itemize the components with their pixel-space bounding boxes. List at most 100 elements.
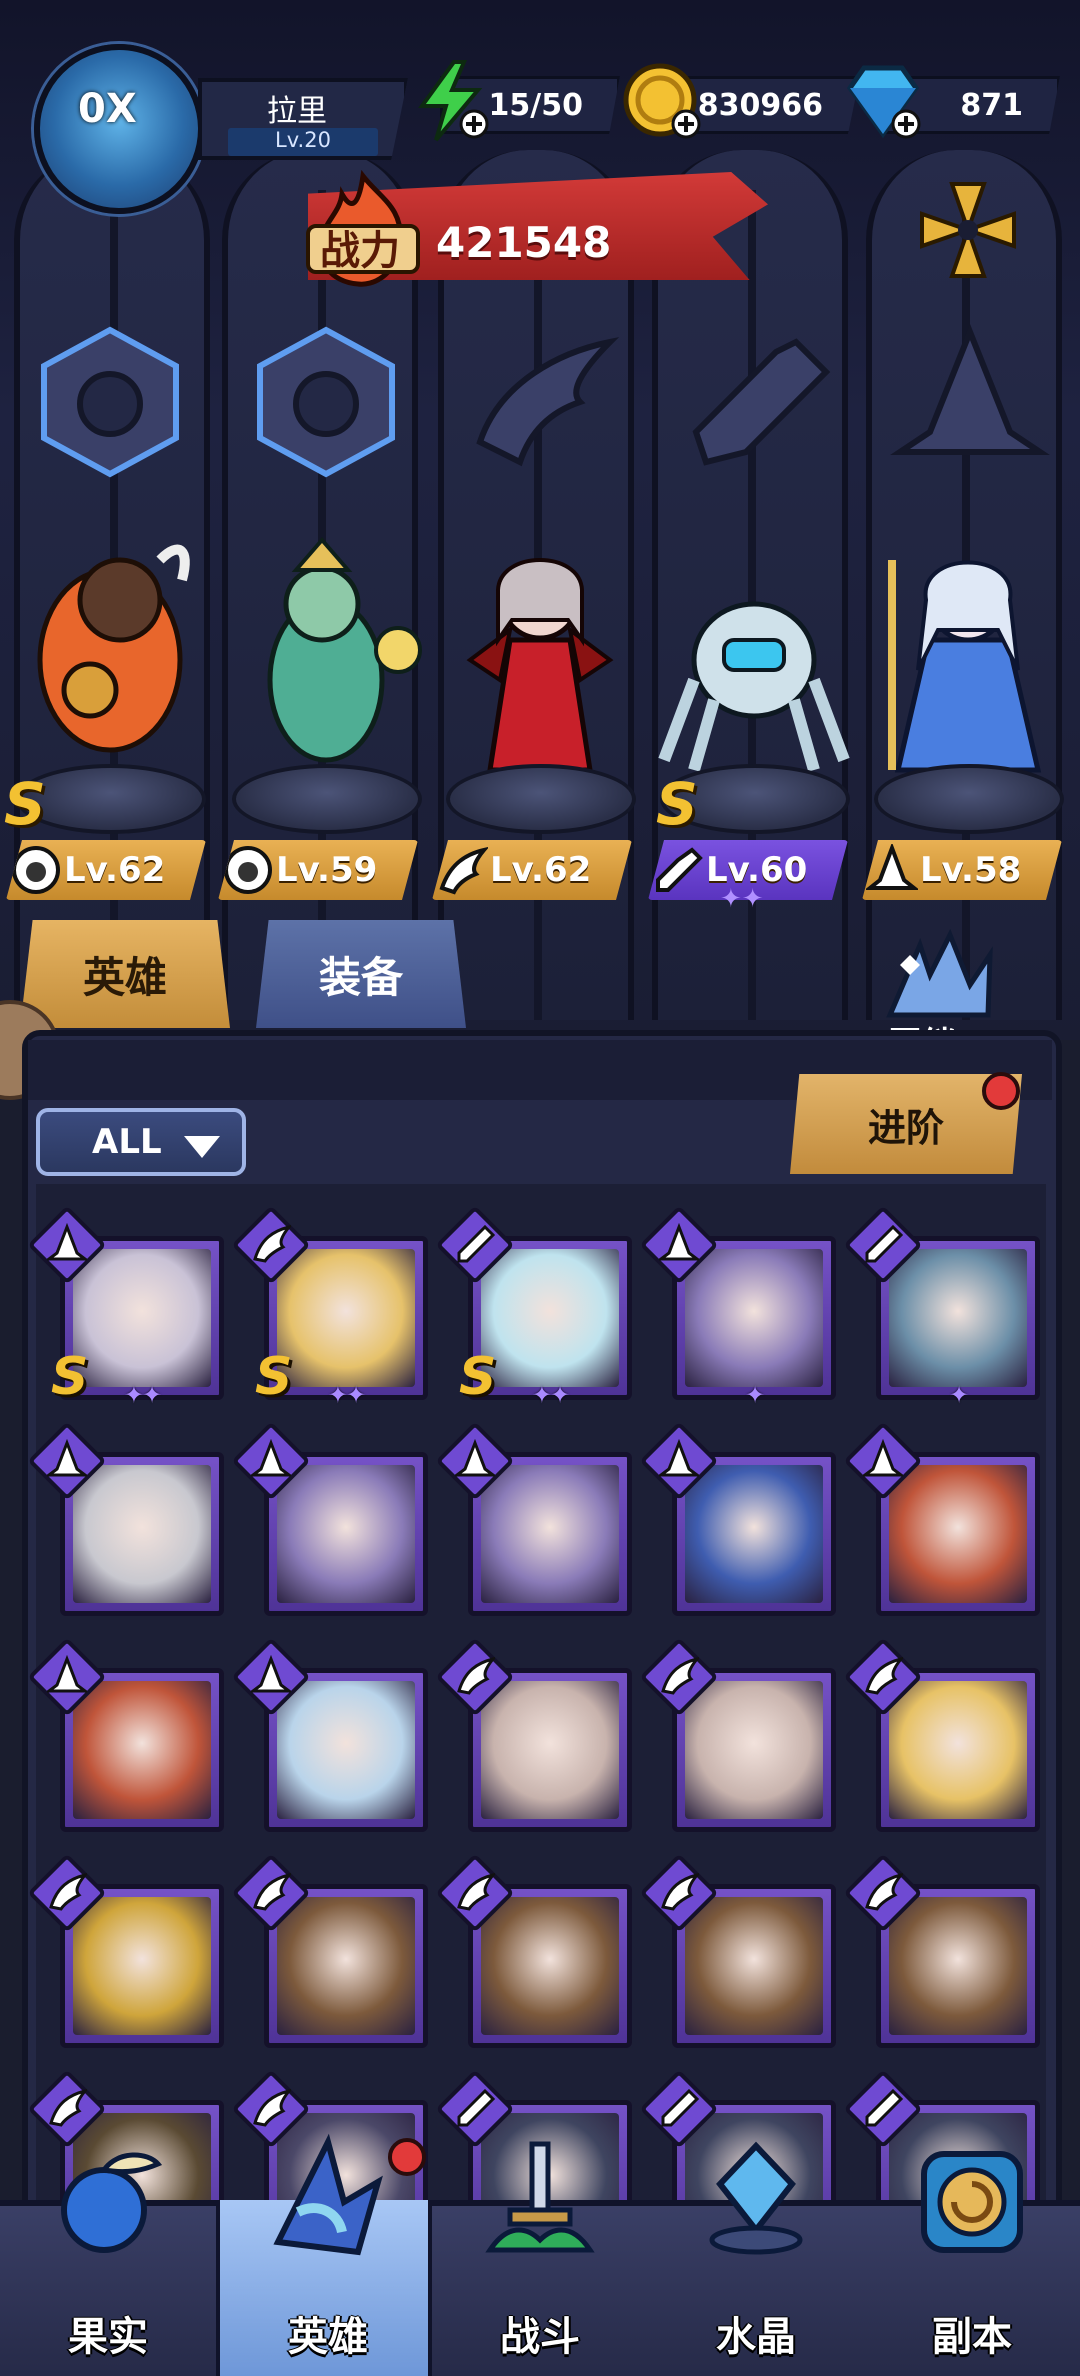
avatar-badge: 0X <box>78 86 137 132</box>
nav-label: 英雄 <box>288 2314 368 2360</box>
nav-crystal[interactable]: 水晶 <box>648 2140 864 2376</box>
team-stars: ✦✦ <box>720 884 764 914</box>
advance-label: 进阶 <box>867 1105 944 1150</box>
energy-value: 15/50 <box>488 88 583 123</box>
diamond-value: 871 <box>960 88 1023 123</box>
hero-portrait <box>277 1681 415 1819</box>
nav-dungeon[interactable]: 副本 <box>864 2140 1080 2376</box>
hero-card[interactable]: S ✦✦ <box>435 1205 632 1409</box>
hero-pedestal <box>232 764 422 834</box>
team-level-text: Lv.62 <box>490 850 592 890</box>
team-level-tag: Lv.58 <box>862 840 1062 900</box>
nav-label: 果实 <box>68 2314 148 2360</box>
hero-card[interactable] <box>435 1637 632 1832</box>
wing-class-icon <box>49 2088 87 2127</box>
hero-card[interactable] <box>27 1853 224 2048</box>
wing-class-icon <box>457 1656 495 1695</box>
hero-wizard-icon <box>273 2133 383 2256</box>
wing-class-icon <box>865 1656 903 1695</box>
team-hero-medusa[interactable] <box>226 520 426 800</box>
hero-portrait <box>481 1249 619 1387</box>
tab-heroes[interactable]: 英雄 <box>20 920 230 1028</box>
hero-card[interactable] <box>27 1421 224 1616</box>
wing-class-icon <box>865 1872 903 1911</box>
hero-card[interactable] <box>231 1421 428 1616</box>
hero-card[interactable] <box>27 1637 224 1832</box>
combat-power-label: 战力 <box>320 228 400 274</box>
team-rank-badge: S <box>656 770 698 838</box>
hero-card[interactable] <box>843 1853 1040 2048</box>
team-hero-vampire[interactable] <box>440 520 640 800</box>
team-level-tag: Lv.59 <box>218 840 418 900</box>
wing-class-icon <box>457 1872 495 1911</box>
energy-bolt-icon[interactable] <box>408 58 494 144</box>
team-level-text: Lv.59 <box>276 850 378 890</box>
hero-card[interactable] <box>639 1421 836 1616</box>
nav-label: 战斗 <box>500 2314 580 2360</box>
nav-label: 水晶 <box>716 2314 796 2360</box>
hero-portrait <box>481 1681 619 1819</box>
wrench-class-icon <box>661 2088 699 2127</box>
star-rating: ✦✦ <box>123 1381 162 1409</box>
pinwheel-menu-icon[interactable] <box>908 170 1028 290</box>
hero-portrait <box>73 1249 211 1387</box>
hero-portrait <box>685 1681 823 1819</box>
player-avatar[interactable]: 0X <box>34 44 204 214</box>
hero-card[interactable] <box>639 1853 836 2048</box>
nav-label: 副本 <box>932 2314 1012 2360</box>
mage-class-icon <box>251 1655 291 1693</box>
dungeon-portal-icon <box>921 2151 1023 2253</box>
wing-class-icon <box>661 1872 699 1911</box>
team-level-tag: Lv.62 <box>6 840 206 900</box>
nav-fruit[interactable]: 果实 <box>0 2140 216 2376</box>
hero-card[interactable]: ✦ <box>639 1205 836 1409</box>
tab-equipment[interactable]: 装备 <box>256 920 466 1028</box>
hero-card[interactable] <box>639 1637 836 1832</box>
crystal-icon <box>709 2141 803 2255</box>
hero-pedestal <box>874 764 1064 834</box>
hero-portrait <box>685 1465 823 1603</box>
chevron-down-icon <box>184 1136 220 1158</box>
wing-class-icon <box>253 1224 291 1263</box>
wing-class-icon <box>49 1872 87 1911</box>
team-slot-beast-crest-icon <box>257 326 395 478</box>
hero-card[interactable] <box>843 1421 1040 1616</box>
team-level-text: Lv.62 <box>64 850 166 890</box>
hero-card[interactable]: ✦ <box>843 1205 1040 1409</box>
team-slot-mage-hat-crest-icon <box>890 323 1050 455</box>
team-rank-badge: S <box>4 770 46 838</box>
hero-card[interactable] <box>231 1637 428 1832</box>
hero-portrait <box>277 1897 415 2035</box>
hero-portrait <box>277 1465 415 1603</box>
team-hero-mech-spider[interactable] <box>654 520 854 800</box>
hero-portrait <box>889 1249 1027 1387</box>
hero-portrait <box>685 1249 823 1387</box>
team-hero-minotaur[interactable] <box>10 520 210 800</box>
gold-coin-icon[interactable] <box>620 58 706 144</box>
hero-card[interactable] <box>435 1421 632 1616</box>
hero-portrait <box>73 1897 211 2035</box>
battle-sword-icon <box>485 2141 595 2253</box>
player-level: Lv.20 <box>228 128 378 156</box>
team-slot-beast-crest-icon <box>41 326 179 478</box>
star-rating: ✦✦ <box>531 1381 570 1409</box>
hero-card[interactable] <box>231 1853 428 2048</box>
hero-card[interactable]: S ✦✦ <box>231 1205 428 1409</box>
wrench-class-icon <box>457 1224 495 1263</box>
bond-arrows-icon <box>886 928 993 1018</box>
wrench-class-icon <box>865 2088 903 2127</box>
mage-class-icon <box>251 1439 291 1477</box>
hero-card[interactable] <box>435 1853 632 2048</box>
mage-class-icon <box>659 1223 699 1261</box>
nav-heroes[interactable]: 英雄 <box>216 2133 432 2376</box>
diamond-icon[interactable] <box>840 58 926 144</box>
hero-filter-dropdown[interactable]: ALL <box>36 1108 246 1176</box>
team-level-tag: Lv.62 <box>432 840 632 900</box>
wing-class-icon <box>661 1656 699 1695</box>
team-hero-ice-queen[interactable] <box>868 520 1068 800</box>
hero-portrait <box>481 1465 619 1603</box>
hero-card[interactable]: S ✦✦ <box>27 1205 224 1409</box>
player-name-plate: 拉里 Lv.20 <box>198 78 408 160</box>
nav-battle[interactable]: 战斗 <box>432 2140 648 2376</box>
hero-card[interactable] <box>843 1637 1040 1832</box>
